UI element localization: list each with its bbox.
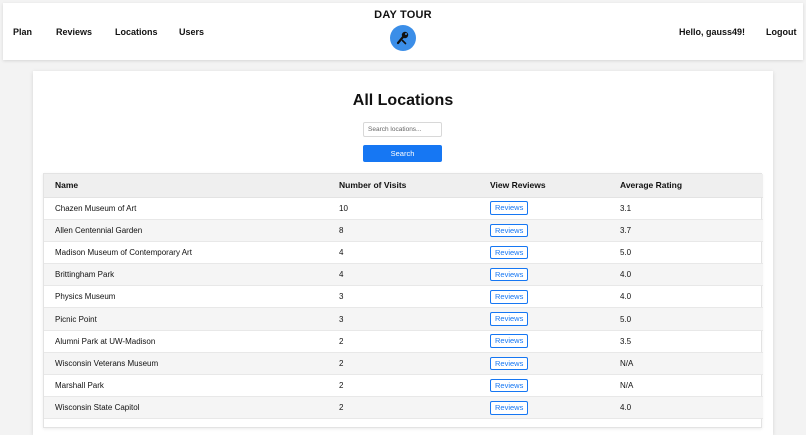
search-input[interactable] bbox=[363, 122, 442, 137]
average-rating: 5.0 bbox=[609, 241, 763, 265]
location-name: Picnic Point bbox=[44, 307, 328, 331]
column-header-name: Name bbox=[44, 174, 328, 198]
table-row: Alumni Park at UW-Madison 2 Reviews 3.5 bbox=[44, 330, 763, 353]
location-name: Wisconsin Veterans Museum bbox=[44, 352, 328, 376]
view-reviews-button[interactable]: Reviews bbox=[490, 356, 529, 371]
visit-count: 3 bbox=[328, 285, 479, 309]
visit-count: 2 bbox=[328, 396, 479, 420]
view-reviews-button[interactable]: Reviews bbox=[490, 401, 529, 415]
location-name: Alumni Park at UW-Madison bbox=[44, 330, 328, 353]
average-rating: N/A bbox=[609, 352, 763, 376]
view-reviews-button[interactable]: Reviews bbox=[490, 223, 529, 238]
tour-logo-icon bbox=[390, 25, 416, 51]
average-rating: 4.0 bbox=[609, 263, 763, 287]
brand-title: DAY TOUR bbox=[374, 9, 432, 21]
view-reviews-button[interactable]: Reviews bbox=[490, 334, 529, 348]
view-reviews-button[interactable]: Reviews bbox=[490, 245, 529, 260]
location-name: Allen Centennial Garden bbox=[44, 219, 328, 242]
table-header-row: Name Number of Visits View Reviews Avera… bbox=[44, 174, 763, 198]
location-name: Madison Museum of Contemporary Art bbox=[44, 241, 328, 265]
visit-count: 2 bbox=[328, 330, 479, 353]
view-reviews-button[interactable]: Reviews bbox=[490, 378, 529, 393]
location-name: Wisconsin State Capitol bbox=[44, 396, 328, 420]
average-rating: 5.0 bbox=[609, 307, 763, 331]
view-reviews-button[interactable]: Reviews bbox=[490, 312, 529, 326]
top-navbar: Plan Reviews Locations Users DAY TOUR He… bbox=[3, 3, 803, 60]
nav-locations-link[interactable]: Locations bbox=[115, 27, 158, 37]
visit-count: 2 bbox=[328, 352, 479, 376]
average-rating: 3.7 bbox=[609, 219, 763, 242]
visit-count: 4 bbox=[328, 241, 479, 265]
search-button[interactable]: Search bbox=[363, 145, 442, 162]
location-name: Marshall Park bbox=[44, 374, 328, 398]
visit-count: 2 bbox=[328, 374, 479, 398]
average-rating: 3.5 bbox=[609, 330, 763, 353]
location-name: Chazen Museum of Art bbox=[44, 197, 328, 220]
nav-plan-link[interactable]: Plan bbox=[13, 27, 32, 37]
view-reviews-button[interactable]: Reviews bbox=[490, 290, 529, 304]
table-row: Wisconsin Veterans Museum 2 Reviews N/A bbox=[44, 352, 763, 376]
locations-card: All Locations Search Name Number of Visi… bbox=[33, 71, 773, 435]
table-row: Allen Centennial Garden 8 Reviews 3.7 bbox=[44, 219, 763, 242]
table-row: Madison Museum of Contemporary Art 4 Rev… bbox=[44, 241, 763, 265]
average-rating: 3.1 bbox=[609, 197, 763, 220]
view-reviews-button[interactable]: Reviews bbox=[490, 267, 529, 282]
visit-count: 3 bbox=[328, 307, 479, 331]
page-title: All Locations bbox=[352, 92, 454, 109]
location-name: Brittingham Park bbox=[44, 263, 328, 287]
table-row: Picnic Point 3 Reviews 5.0 bbox=[44, 307, 763, 331]
logout-link[interactable]: Logout bbox=[766, 27, 797, 37]
table-row: Brittingham Park 4 Reviews 4.0 bbox=[44, 263, 763, 287]
location-name: Physics Museum bbox=[44, 285, 328, 309]
user-greeting: Hello, gauss49! bbox=[679, 27, 746, 37]
table-row: Marshall Park 2 Reviews N/A bbox=[44, 374, 763, 398]
nav-reviews-link[interactable]: Reviews bbox=[56, 27, 92, 37]
view-reviews-button[interactable]: Reviews bbox=[490, 201, 529, 215]
nav-users-link[interactable]: Users bbox=[179, 27, 204, 37]
visit-count: 8 bbox=[328, 219, 479, 242]
table-row: Wisconsin State Capitol 2 Reviews 4.0 bbox=[44, 396, 763, 420]
average-rating: 4.0 bbox=[609, 285, 763, 309]
column-header-visits: Number of Visits bbox=[328, 174, 479, 198]
table-row: Physics Museum 3 Reviews 4.0 bbox=[44, 285, 763, 309]
locations-table: Name Number of Visits View Reviews Avera… bbox=[43, 173, 763, 428]
visit-count: 4 bbox=[328, 263, 479, 287]
average-rating: 4.0 bbox=[609, 396, 763, 420]
average-rating: N/A bbox=[609, 374, 763, 398]
table-row: Chazen Museum of Art 10 Reviews 3.1 bbox=[44, 197, 763, 220]
column-header-rating: Average Rating bbox=[609, 174, 763, 198]
column-header-reviews: View Reviews bbox=[479, 174, 609, 198]
visit-count: 10 bbox=[328, 197, 479, 220]
brand[interactable]: DAY TOUR bbox=[343, 9, 463, 51]
